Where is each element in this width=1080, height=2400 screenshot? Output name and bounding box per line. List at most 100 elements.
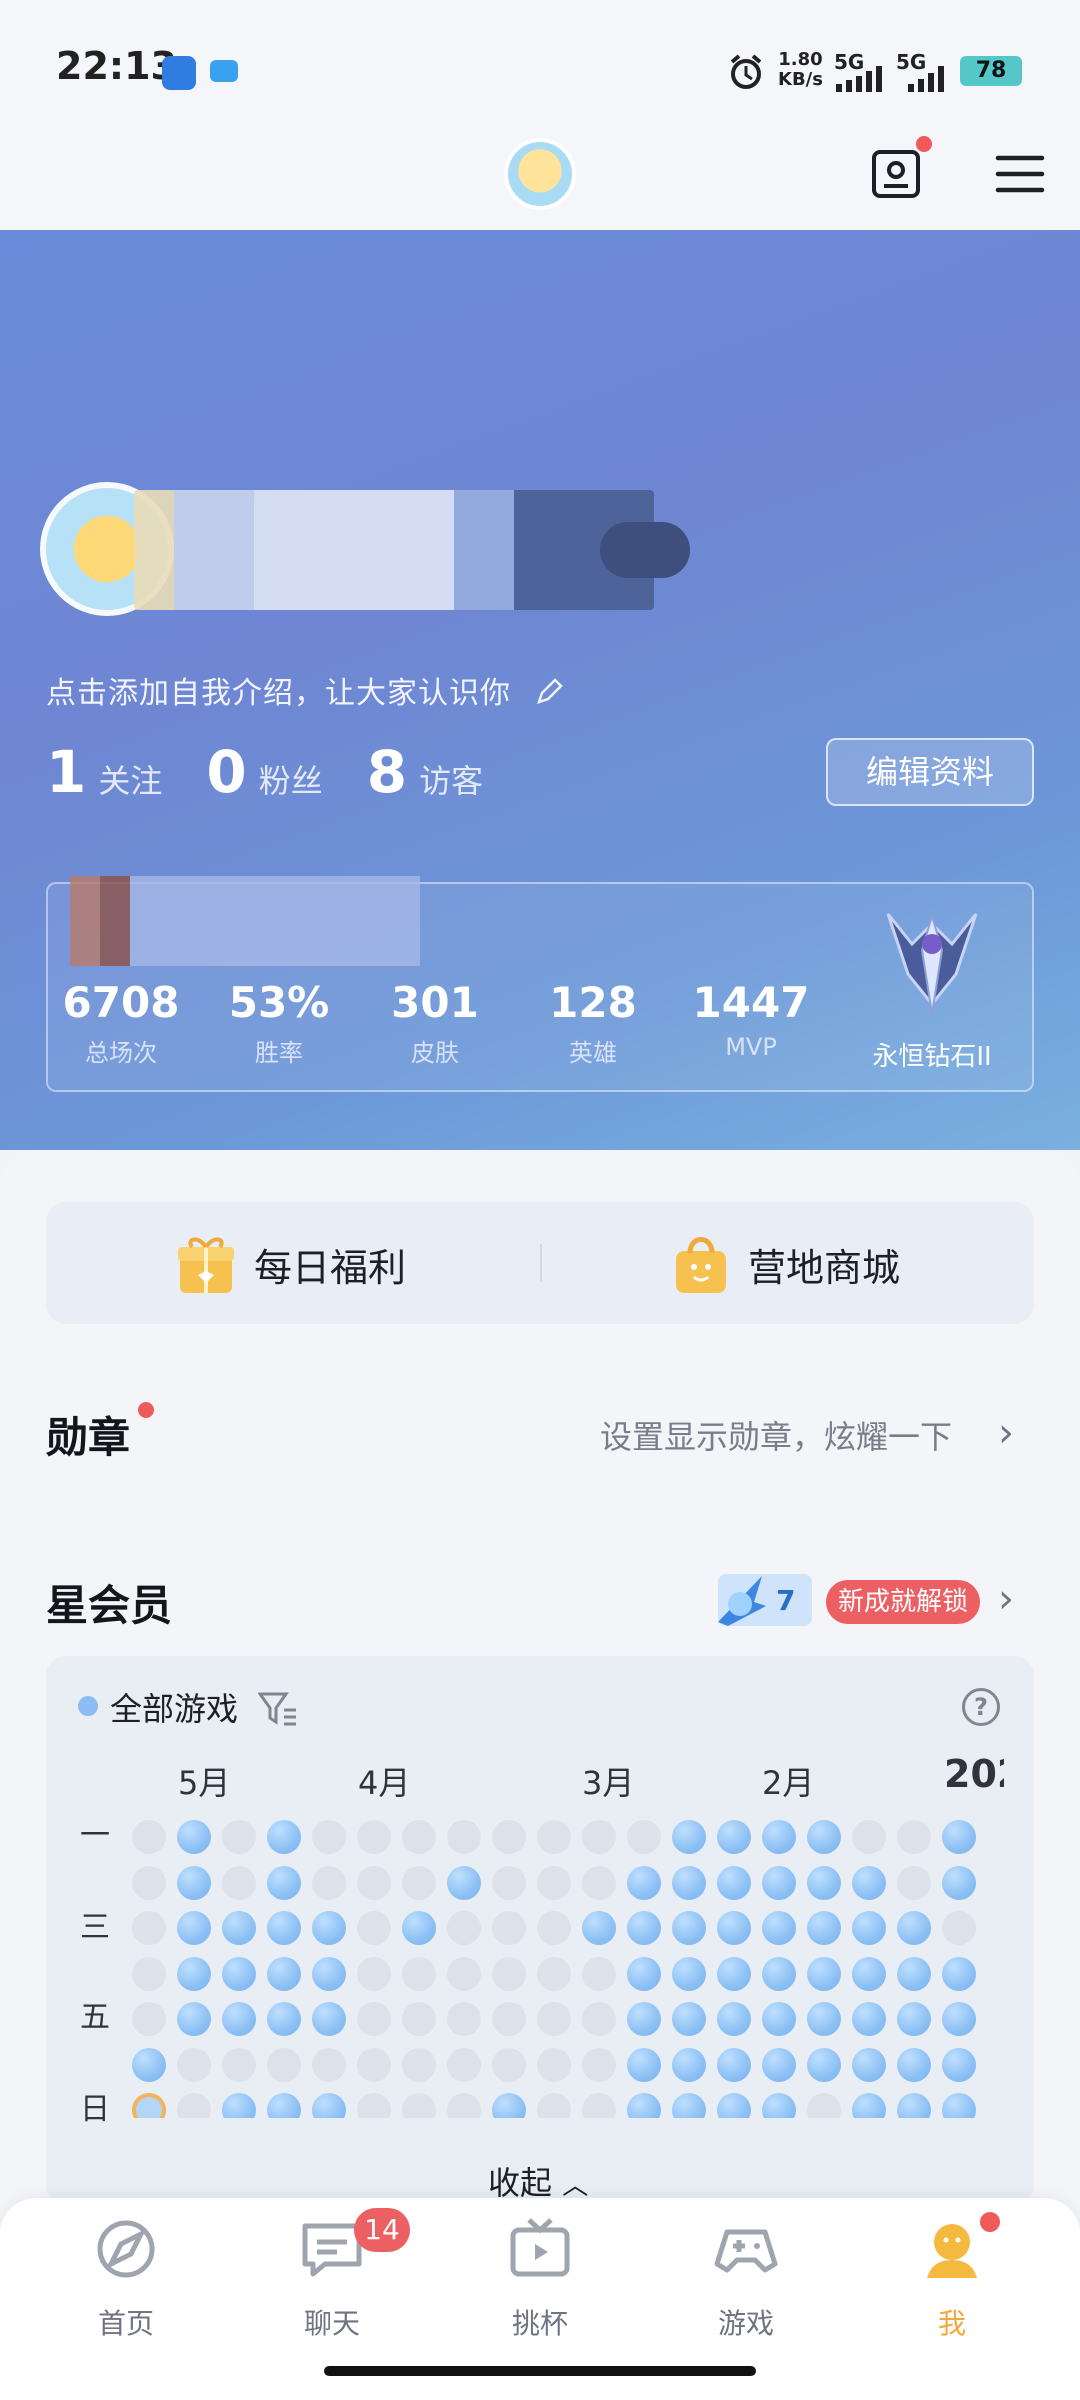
calendar-day-dot: [672, 2093, 706, 2118]
calendar-day-dot: [402, 1956, 436, 1991]
id-card-icon[interactable]: [870, 148, 922, 200]
tab-games[interactable]: 游戏: [676, 2216, 816, 2342]
calendar-day-dot: [627, 2047, 661, 2082]
calendar-day-dot: [537, 1865, 571, 1900]
calendar-day-dot: [447, 1956, 481, 1991]
calendar-day-dot: [312, 2093, 346, 2118]
month-label: 5月: [178, 1764, 231, 1802]
calendar-day-dot: [807, 1820, 841, 1854]
fans-label[interactable]: 粉丝: [259, 756, 323, 802]
calendar-day-dot: [357, 1911, 391, 1945]
calendar-day-dot: [312, 1865, 346, 1900]
stat-skins: 301 皮肤: [391, 978, 479, 1067]
following-count[interactable]: 1: [46, 738, 86, 806]
calendar-day-dot: [537, 1911, 571, 1945]
calendar-day-dot: [852, 2093, 886, 2118]
weekday-label: 三: [80, 1910, 110, 1945]
following-label[interactable]: 关注: [98, 756, 162, 802]
medals-hint[interactable]: 设置显示勋章，炫耀一下: [600, 1412, 952, 1458]
calendar-day-dot: [222, 2093, 256, 2118]
calendar-day-dot: [402, 2047, 436, 2082]
calendar-day-dot: [357, 1956, 391, 1991]
calendar-day-dot: [492, 1956, 526, 1991]
level-pill[interactable]: [600, 522, 690, 578]
calendar-day-dot: [267, 2093, 301, 2118]
calendar-day-dot: [807, 2047, 841, 2082]
visitors-label[interactable]: 访客: [419, 756, 483, 802]
star-vip-icon: [718, 1576, 766, 1626]
tab-me[interactable]: 我: [882, 2216, 1022, 2342]
filter-icon[interactable]: [257, 1690, 298, 1726]
home-indicator: [324, 2366, 756, 2376]
game-filter-label[interactable]: 全部游戏: [110, 1684, 298, 1730]
calendar-day-dot: [222, 1911, 256, 1945]
calendar-day-dot: [897, 1865, 931, 1900]
medals-title: 勋章: [46, 1413, 131, 1462]
chevron-right-icon[interactable]: ›: [998, 1576, 1014, 1622]
tab-home[interactable]: 首页: [56, 2216, 196, 2342]
calendar-day-dot: [672, 1956, 706, 1991]
edit-pencil-icon[interactable]: [534, 677, 564, 707]
calendar-day-dot: [897, 1820, 931, 1854]
calendar-day-dot: [582, 2047, 616, 2082]
visitors-count[interactable]: 8: [367, 738, 407, 806]
calendar-day-dot: [852, 1956, 886, 1991]
tab-cup[interactable]: 挑杯: [470, 2216, 610, 2342]
calendar-day-dot: [627, 1956, 661, 1991]
calendar-day-dot: [672, 2047, 706, 2082]
new-achievement-tag[interactable]: 新成就解锁: [826, 1580, 980, 1624]
calendar-day-dot: [852, 1820, 886, 1854]
calendar-day-dot: [447, 2093, 481, 2118]
calendar-day-dot: [762, 1820, 796, 1854]
vip-level: 7: [776, 1584, 796, 1617]
daily-benefits-button[interactable]: 每日福利: [176, 1226, 406, 1302]
calendar-day-dot: [852, 1911, 886, 1945]
calendar-day-dot: [897, 2002, 931, 2036]
signal-bars-icon: [836, 66, 882, 92]
calendar-day-dot: [177, 2047, 211, 2082]
shopping-bag-icon: [676, 1237, 726, 1293]
game-role-redacted: [70, 876, 420, 966]
calendar-day-dot: [447, 1865, 481, 1900]
rank-label: 永恒钻石II: [872, 1042, 992, 1072]
fans-count[interactable]: 0: [206, 738, 246, 806]
me-notification-dot: [980, 2212, 1000, 2232]
calendar-day-dot: [537, 1820, 571, 1854]
calendar-day-dot: [942, 1956, 976, 1991]
chevron-right-icon[interactable]: ›: [998, 1410, 1014, 1456]
camp-shop-button[interactable]: 营地商城: [672, 1226, 900, 1302]
calendar-day-dot: [942, 1865, 976, 1900]
calendar-day-dot: [492, 1820, 526, 1854]
calendar-day-dot: [807, 1956, 841, 1991]
signal-bars-icon: [908, 66, 944, 92]
calendar-day-dot: [807, 1865, 841, 1900]
calendar-day-dot: [897, 2093, 931, 2118]
calendar-day-dot: [267, 1956, 301, 1991]
calendar-day-dot: [717, 2093, 751, 2118]
stat-mvp: 1447 MVP: [692, 978, 810, 1061]
calendar-day-dot: [942, 1911, 976, 1945]
calendar-day-dot: [627, 1820, 661, 1854]
menu-icon[interactable]: [994, 148, 1046, 200]
edit-profile-button[interactable]: 编辑资料: [826, 738, 1034, 806]
intro-text[interactable]: 点击添加自我介绍，让大家认识你: [46, 668, 564, 712]
calendar-day-dot: [402, 1865, 436, 1900]
calendar-day-dot: [582, 1911, 616, 1945]
calendar-day-dot: [267, 2002, 301, 2036]
app-logo[interactable]: [504, 138, 576, 210]
calendar-day-dot: [312, 1911, 346, 1945]
calendar-day-dot: [357, 2093, 391, 2118]
calendar-day-dot: [762, 2002, 796, 2036]
calendar-day-dot: [582, 1820, 616, 1854]
weekday-label: 一: [80, 1818, 110, 1853]
weekday-label: 五: [80, 2000, 110, 2035]
month-label: 2月: [762, 1764, 815, 1802]
help-icon[interactable]: ?: [962, 1688, 1000, 1726]
calendar-day-dot: [132, 1956, 166, 1991]
gift-icon: [178, 1237, 234, 1293]
calendar-day-dot: [357, 1865, 391, 1900]
calendar-day-dot: [807, 1911, 841, 1945]
notification-app-icon: [162, 56, 196, 90]
calendar-day-dot: [177, 1956, 211, 1991]
compass-icon: [97, 2220, 155, 2278]
